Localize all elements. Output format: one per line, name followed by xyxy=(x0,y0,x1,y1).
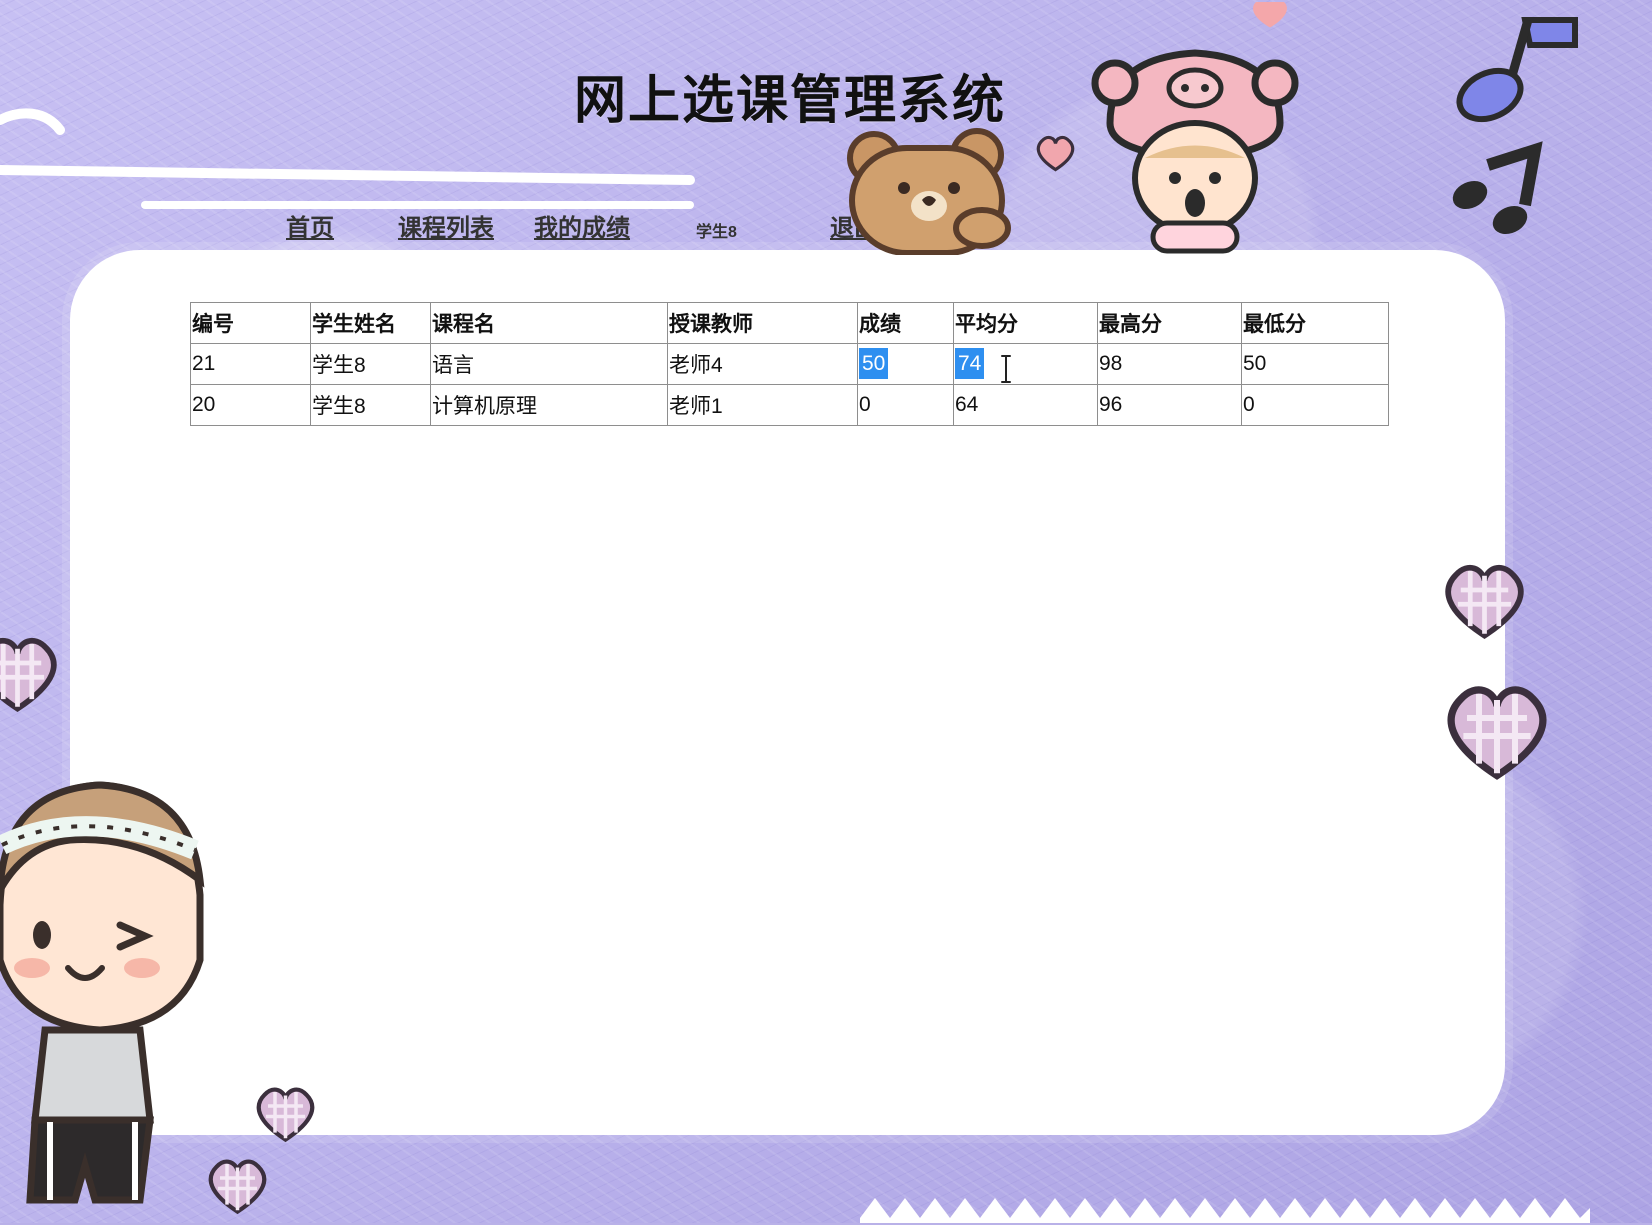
header-teacher: 授课教师 xyxy=(667,302,858,344)
cell-average: 64 xyxy=(953,384,1098,426)
header-course-name: 课程名 xyxy=(430,302,668,344)
table-row: 21 学生8 语言 老师4 50 74 98 50 xyxy=(190,343,1389,385)
cell-id: 20 xyxy=(190,384,311,426)
header-grade: 成绩 xyxy=(857,302,954,344)
header-student-name: 学生姓名 xyxy=(310,302,431,344)
grades-table: 编号 学生姓名 课程名 授课教师 成绩 平均分 最高分 最低分 21 学生8 语… xyxy=(190,302,1389,426)
nav-logout-link[interactable]: 退出 xyxy=(830,208,878,243)
cell-course-name: 计算机原理 xyxy=(430,384,668,426)
cell-average: 74 xyxy=(953,343,1098,385)
selected-grade-text[interactable]: 50 xyxy=(859,348,889,379)
cell-grade: 0 xyxy=(857,384,954,426)
selected-average-text[interactable]: 74 xyxy=(955,348,985,379)
cell-course-name: 语言 xyxy=(430,343,668,385)
cell-max: 98 xyxy=(1097,343,1242,385)
table-header-row: 编号 学生姓名 课程名 授课教师 成绩 平均分 最高分 最低分 xyxy=(190,302,1389,344)
nav-home-link[interactable]: 首页 xyxy=(286,208,334,243)
cell-student-name: 学生8 xyxy=(310,384,431,426)
cell-teacher: 老师1 xyxy=(667,384,858,426)
header-id: 编号 xyxy=(190,302,311,344)
header-average: 平均分 xyxy=(953,302,1098,344)
cell-student-name: 学生8 xyxy=(310,343,431,385)
cell-max: 96 xyxy=(1097,384,1242,426)
cell-grade: 50 xyxy=(857,343,954,385)
nav-my-grades-link[interactable]: 我的成绩 xyxy=(534,208,630,243)
cell-teacher: 老师4 xyxy=(667,343,858,385)
cell-min: 50 xyxy=(1241,343,1389,385)
nav-course-list-link[interactable]: 课程列表 xyxy=(398,208,494,243)
cell-id: 21 xyxy=(190,343,311,385)
table-row: 20 学生8 计算机原理 老师1 0 64 96 0 xyxy=(190,384,1389,426)
page-title: 网上选课管理系统 xyxy=(573,71,1006,131)
cell-min: 0 xyxy=(1241,384,1389,426)
header-min: 最低分 xyxy=(1241,302,1389,344)
current-user-label: 学生8 xyxy=(696,224,737,241)
header-max: 最高分 xyxy=(1097,302,1242,344)
text-cursor-icon xyxy=(1001,355,1011,383)
